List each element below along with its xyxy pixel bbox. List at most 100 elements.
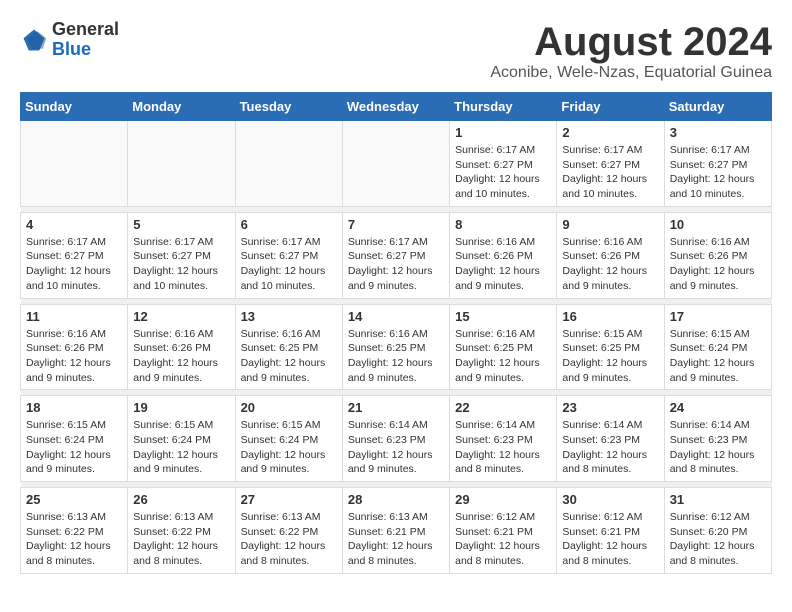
calendar-cell: 20 Sunrise: 6:15 AMSunset: 6:24 PMDayligh… — [235, 396, 342, 482]
day-number: 20 — [241, 400, 337, 415]
day-info: Sunrise: 6:15 AMSunset: 6:24 PMDaylight:… — [241, 418, 337, 477]
calendar-cell: 11 Sunrise: 6:16 AMSunset: 6:26 PMDayligh… — [21, 304, 128, 390]
day-number: 14 — [348, 309, 444, 324]
subtitle: Aconibe, Wele-Nzas, Equatorial Guinea — [490, 64, 772, 82]
calendar-cell: 24Sunrise: 6:14 AMSunset: 6:23 PMDayligh… — [664, 396, 771, 482]
day-number: 28 — [348, 492, 444, 507]
day-number: 6 — [241, 217, 337, 232]
calendar-cell: 4Sunrise: 6:17 AMSunset: 6:27 PMDaylight… — [21, 212, 128, 298]
day-info: Sunrise: 6:14 AMSunset: 6:23 PMDaylight:… — [562, 418, 658, 477]
calendar-cell: 16Sunrise: 6:15 AMSunset: 6:25 PMDayligh… — [557, 304, 664, 390]
day-info: Sunrise: 6:16 AMSunset: 6:25 PMDaylight:… — [348, 327, 444, 386]
day-header-saturday: Saturday — [664, 93, 771, 121]
day-info: Sunrise: 6:17 AMSunset: 6:27 PMDaylight:… — [241, 235, 337, 294]
calendar-cell — [21, 121, 128, 207]
calendar-cell: 31 Sunrise: 6:12 AMSunset: 6:20 PMDayligh… — [664, 488, 771, 574]
day-info: Sunrise: 6:13 AMSunset: 6:21 PMDaylight:… — [348, 510, 444, 569]
day-info: Sunrise: 6:17 AMSunset: 6:27 PMDaylight:… — [455, 143, 551, 202]
calendar-cell: 6 Sunrise: 6:17 AMSunset: 6:27 PMDaylight… — [235, 212, 342, 298]
day-number: 8 — [455, 217, 551, 232]
day-info: Sunrise: 6:16 AMSunset: 6:26 PMDaylight:… — [133, 327, 229, 386]
day-number: 26 — [133, 492, 229, 507]
day-info: Sunrise: 6:16 AMSunset: 6:26 PMDaylight:… — [26, 327, 122, 386]
calendar-cell: 13 Sunrise: 6:16 AMSunset: 6:25 PMDayligh… — [235, 304, 342, 390]
title-area: August 2024 Aconibe, Wele-Nzas, Equatori… — [490, 20, 772, 82]
calendar-cell: 29 Sunrise: 6:12 AMSunset: 6:21 PMDayligh… — [450, 488, 557, 574]
logo-text: General Blue — [52, 20, 119, 60]
day-info: Sunrise: 6:14 AMSunset: 6:23 PMDaylight:… — [670, 418, 766, 477]
day-header-wednesday: Wednesday — [342, 93, 449, 121]
calendar-header-row: SundayMondayTuesdayWednesdayThursdayFrid… — [21, 93, 772, 121]
day-info: Sunrise: 6:17 AMSunset: 6:27 PMDaylight:… — [26, 235, 122, 294]
calendar: SundayMondayTuesdayWednesdayThursdayFrid… — [20, 92, 772, 574]
day-number: 22 — [455, 400, 551, 415]
day-info: Sunrise: 6:15 AMSunset: 6:24 PMDaylight:… — [133, 418, 229, 477]
day-number: 25 — [26, 492, 122, 507]
day-header-tuesday: Tuesday — [235, 93, 342, 121]
day-info: Sunrise: 6:17 AMSunset: 6:27 PMDaylight:… — [348, 235, 444, 294]
calendar-cell: 7 Sunrise: 6:17 AMSunset: 6:27 PMDaylight… — [342, 212, 449, 298]
day-info: Sunrise: 6:13 AMSunset: 6:22 PMDaylight:… — [241, 510, 337, 569]
calendar-cell: 2Sunrise: 6:17 AMSunset: 6:27 PMDaylight… — [557, 121, 664, 207]
day-number: 21 — [348, 400, 444, 415]
day-info: Sunrise: 6:15 AMSunset: 6:25 PMDaylight:… — [562, 327, 658, 386]
logo-icon — [20, 26, 48, 54]
calendar-cell: 27 Sunrise: 6:13 AMSunset: 6:22 PMDayligh… — [235, 488, 342, 574]
calendar-week-2: 4Sunrise: 6:17 AMSunset: 6:27 PMDaylight… — [21, 212, 772, 298]
day-info: Sunrise: 6:17 AMSunset: 6:27 PMDaylight:… — [562, 143, 658, 202]
day-number: 31 — [670, 492, 766, 507]
day-number: 17 — [670, 309, 766, 324]
calendar-cell — [235, 121, 342, 207]
day-info: Sunrise: 6:16 AMSunset: 6:25 PMDaylight:… — [241, 327, 337, 386]
calendar-cell: 25Sunrise: 6:13 AMSunset: 6:22 PMDayligh… — [21, 488, 128, 574]
calendar-cell: 3 Sunrise: 6:17 AMSunset: 6:27 PMDaylight… — [664, 121, 771, 207]
calendar-cell: 10Sunrise: 6:16 AMSunset: 6:26 PMDayligh… — [664, 212, 771, 298]
day-number: 13 — [241, 309, 337, 324]
day-number: 19 — [133, 400, 229, 415]
day-info: Sunrise: 6:14 AMSunset: 6:23 PMDaylight:… — [455, 418, 551, 477]
day-header-sunday: Sunday — [21, 93, 128, 121]
day-info: Sunrise: 6:15 AMSunset: 6:24 PMDaylight:… — [26, 418, 122, 477]
day-header-friday: Friday — [557, 93, 664, 121]
header: General Blue August 2024 Aconibe, Wele-N… — [20, 20, 772, 82]
calendar-week-3: 11 Sunrise: 6:16 AMSunset: 6:26 PMDayligh… — [21, 304, 772, 390]
day-header-monday: Monday — [128, 93, 235, 121]
day-number: 1 — [455, 125, 551, 140]
logo-blue: Blue — [52, 40, 119, 60]
day-number: 30 — [562, 492, 658, 507]
day-number: 27 — [241, 492, 337, 507]
calendar-cell: 19 Sunrise: 6:15 AMSunset: 6:24 PMDayligh… — [128, 396, 235, 482]
day-number: 9 — [562, 217, 658, 232]
day-number: 10 — [670, 217, 766, 232]
logo: General Blue — [20, 20, 119, 60]
day-info: Sunrise: 6:16 AMSunset: 6:26 PMDaylight:… — [455, 235, 551, 294]
day-info: Sunrise: 6:12 AMSunset: 6:21 PMDaylight:… — [455, 510, 551, 569]
day-info: Sunrise: 6:15 AMSunset: 6:24 PMDaylight:… — [670, 327, 766, 386]
day-header-thursday: Thursday — [450, 93, 557, 121]
calendar-cell: 21 Sunrise: 6:14 AMSunset: 6:23 PMDayligh… — [342, 396, 449, 482]
day-number: 11 — [26, 309, 122, 324]
day-info: Sunrise: 6:14 AMSunset: 6:23 PMDaylight:… — [348, 418, 444, 477]
month-title: August 2024 — [490, 20, 772, 64]
calendar-cell: 26 Sunrise: 6:13 AMSunset: 6:22 PMDayligh… — [128, 488, 235, 574]
calendar-cell: 14 Sunrise: 6:16 AMSunset: 6:25 PMDayligh… — [342, 304, 449, 390]
calendar-cell: 9Sunrise: 6:16 AMSunset: 6:26 PMDaylight… — [557, 212, 664, 298]
calendar-cell: 28 Sunrise: 6:13 AMSunset: 6:21 PMDayligh… — [342, 488, 449, 574]
calendar-cell: 23 Sunrise: 6:14 AMSunset: 6:23 PMDayligh… — [557, 396, 664, 482]
day-info: Sunrise: 6:13 AMSunset: 6:22 PMDaylight:… — [133, 510, 229, 569]
day-number: 29 — [455, 492, 551, 507]
day-number: 3 — [670, 125, 766, 140]
calendar-cell — [128, 121, 235, 207]
day-number: 7 — [348, 217, 444, 232]
day-number: 15 — [455, 309, 551, 324]
day-info: Sunrise: 6:17 AMSunset: 6:27 PMDaylight:… — [133, 235, 229, 294]
calendar-cell — [342, 121, 449, 207]
day-info: Sunrise: 6:12 AMSunset: 6:20 PMDaylight:… — [670, 510, 766, 569]
day-number: 12 — [133, 309, 229, 324]
logo-general: General — [52, 20, 119, 40]
calendar-cell: 12 Sunrise: 6:16 AMSunset: 6:26 PMDayligh… — [128, 304, 235, 390]
calendar-week-5: 25 Sunrise: 6:13 AMSunset: 6:22 PMDayligh… — [21, 488, 772, 574]
calendar-week-1: 1 Sunrise: 6:17 AMSunset: 6:27 PMDaylight… — [21, 121, 772, 207]
day-info: Sunrise: 6:17 AMSunset: 6:27 PMDaylight:… — [670, 143, 766, 202]
day-number: 23 — [562, 400, 658, 415]
